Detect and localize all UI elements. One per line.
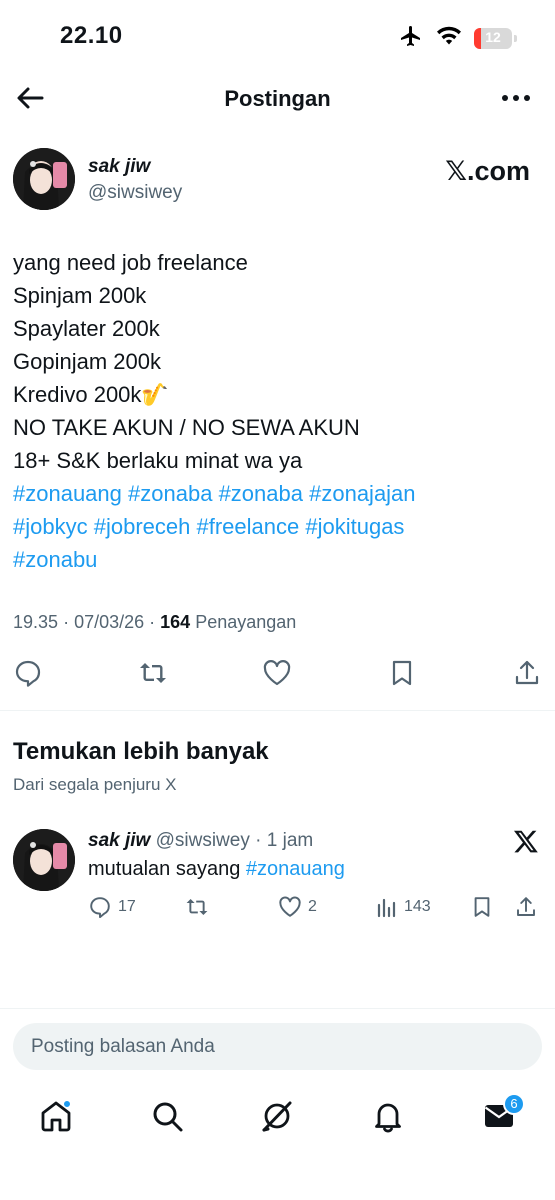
bookmark-icon [392, 660, 412, 686]
views-button[interactable]: 143 [376, 894, 431, 920]
related-post-header: sak jiw @siwsiwey · 1 jam [88, 830, 314, 851]
airplane-icon [398, 24, 424, 53]
share-button[interactable] [512, 658, 542, 688]
share-button[interactable] [514, 894, 538, 920]
avatar[interactable] [13, 148, 75, 210]
more-options-button[interactable] [501, 86, 531, 110]
repost-icon [186, 899, 208, 915]
repost-button[interactable] [184, 894, 210, 920]
reply-placeholder: Posting balasan Anda [31, 1036, 215, 1057]
views-label: Penayangan [195, 612, 297, 632]
post-time: 19.35 [13, 612, 59, 632]
avatar[interactable] [13, 829, 75, 891]
discover-title: Temukan lebih banyak [13, 738, 269, 765]
nav-notifications[interactable] [370, 1098, 406, 1134]
x-com-logo: 𝕏.com [445, 156, 530, 186]
author-name[interactable]: sak jiw [88, 830, 150, 851]
more-dots-icon [502, 95, 530, 101]
hashtag-link[interactable]: #freelance [196, 514, 299, 539]
status-bar: 22.10 12 [0, 0, 555, 72]
reply-input[interactable]: Posting balasan Anda [13, 1023, 542, 1070]
view-count: 164 [160, 612, 191, 632]
post-line: 18+ S&K berlaku minat wa ya [13, 448, 303, 473]
header: Postingan [0, 72, 555, 124]
hashtag-line: #zonauang #zonaba #zonaba #zonajajan [13, 477, 543, 510]
like-button[interactable] [262, 658, 292, 688]
bottom-nav: 6 [0, 1092, 555, 1142]
related-post-actions: 17 2 143 [0, 894, 555, 920]
like-button[interactable]: 2 [278, 894, 317, 920]
nav-messages[interactable]: 6 [481, 1093, 525, 1134]
post-line: Gopinjam 200k [13, 349, 161, 374]
post-date: 07/03/26 [74, 612, 145, 632]
hashtag-link[interactable]: #jobkyc [13, 514, 88, 539]
hashtag-link[interactable]: #zonauang [246, 858, 345, 880]
nav-search[interactable] [149, 1098, 185, 1134]
repost-button[interactable] [137, 658, 167, 688]
reply-button[interactable] [13, 658, 43, 688]
status-time: 22.10 [60, 22, 123, 49]
divider [0, 1008, 555, 1009]
status-icons: 12 [398, 24, 517, 53]
post-line: Kredivo 200k🎷 [13, 382, 169, 407]
battery-level: 12 [485, 29, 501, 45]
hashtag-line: #zonabu [13, 543, 543, 576]
reply-count: 17 [118, 898, 136, 915]
bar-chart-icon [377, 898, 396, 918]
hashtag-link[interactable]: #zonaba [219, 481, 303, 506]
hashtag-line: #jobkyc #jobreceh #freelance #jokitugas [13, 510, 543, 543]
post-text: mutualan sayang [88, 858, 241, 880]
post-line: Spinjam 200k [13, 283, 147, 308]
reply-icon [15, 660, 41, 687]
like-count: 2 [308, 898, 317, 915]
post-meta: 19.35 · 07/03/26 · 164 Penayangan [13, 612, 297, 632]
bookmark-button[interactable] [470, 894, 494, 920]
share-icon [517, 897, 535, 916]
heart-icon [263, 660, 291, 686]
nav-grok[interactable] [259, 1098, 295, 1134]
hashtag-link[interactable]: #zonabu [13, 547, 97, 572]
share-icon [515, 660, 539, 685]
divider [0, 710, 555, 711]
post-actions [0, 658, 555, 688]
x-logo-icon [513, 828, 539, 854]
discover-subtitle: Dari segala penjuru X [13, 775, 177, 794]
author-handle[interactable]: @siwsiwey [88, 182, 182, 204]
hashtag-link[interactable]: #jobreceh [94, 514, 191, 539]
reply-button[interactable]: 17 [88, 894, 136, 920]
bookmark-icon [474, 897, 490, 917]
bell-icon [375, 1103, 401, 1133]
hashtag-link[interactable]: #zonajajan [309, 481, 415, 506]
hashtag-link[interactable]: #zonauang [13, 481, 122, 506]
grok-icon [262, 1101, 292, 1132]
related-post-text: mutualan sayang #zonauang [88, 858, 345, 881]
repost-icon [140, 663, 166, 683]
bookmark-button[interactable] [387, 658, 417, 688]
heart-icon [279, 896, 301, 917]
post-line: Spaylater 200k [13, 316, 160, 341]
author-handle[interactable]: @siwsiwey [156, 830, 250, 851]
post-text: yang need job freelance Spinjam 200k Spa… [13, 246, 543, 576]
hashtag-link[interactable]: #jokitugas [305, 514, 404, 539]
notification-dot [63, 1100, 71, 1108]
search-icon [153, 1102, 183, 1132]
post-line: NO TAKE AKUN / NO SEWA AKUN [13, 415, 360, 440]
battery-indicator: 12 [474, 28, 512, 49]
author-name[interactable]: sak jiw [88, 156, 150, 178]
post-line: yang need job freelance [13, 250, 248, 275]
messages-badge: 6 [503, 1093, 525, 1115]
post-time: 1 jam [266, 830, 314, 851]
related-post[interactable]: sak jiw @siwsiwey · 1 jam mutualan sayan… [0, 826, 555, 926]
page-title: Postingan [224, 86, 331, 111]
view-count: 143 [404, 898, 431, 915]
reply-icon [90, 897, 110, 919]
hashtag-link[interactable]: #zonaba [128, 481, 212, 506]
nav-home[interactable] [38, 1098, 74, 1134]
wifi-icon [436, 26, 462, 51]
